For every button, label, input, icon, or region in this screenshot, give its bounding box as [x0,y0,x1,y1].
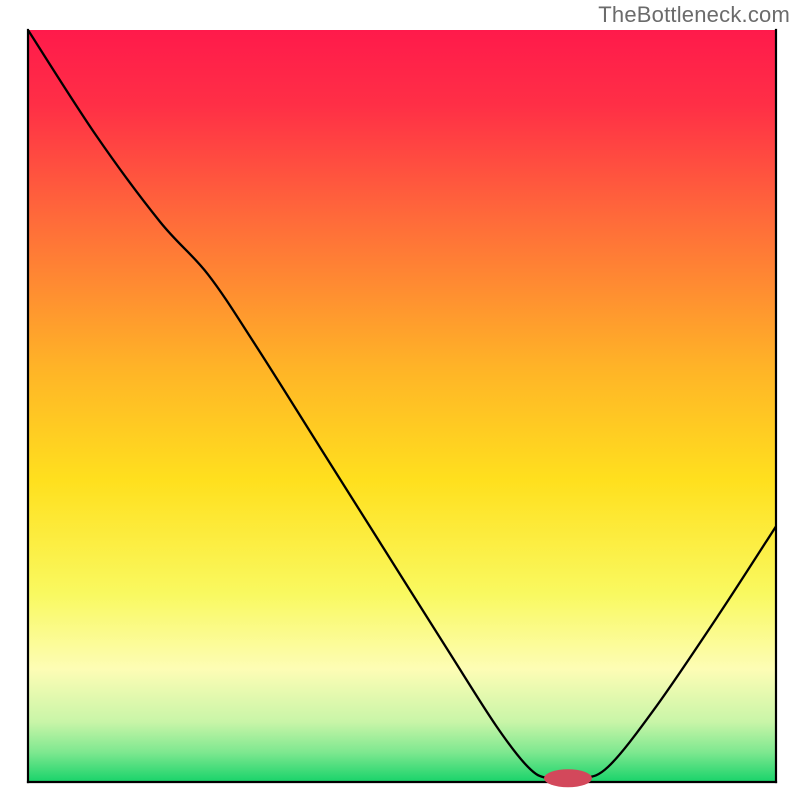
optimal-marker [544,769,592,787]
gradient-background [28,30,776,782]
bottleneck-chart: TheBottleneck.com [0,0,800,800]
watermark-text: TheBottleneck.com [598,2,790,28]
chart-svg [0,0,800,800]
